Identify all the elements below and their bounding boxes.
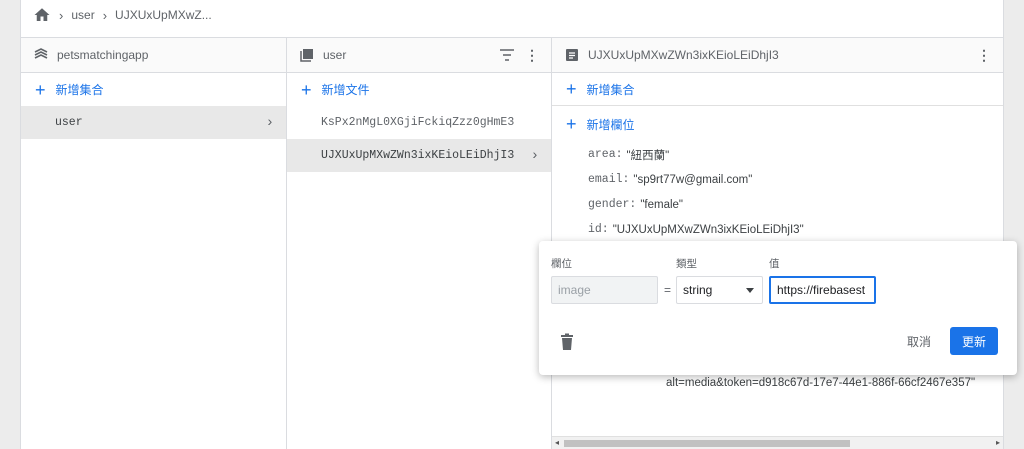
breadcrumb-user[interactable]: user <box>71 8 94 22</box>
add-collection-label: 新增集合 <box>55 83 104 97</box>
field-key: gender: <box>588 198 637 211</box>
type-select-value: string <box>683 283 713 297</box>
field-key: id: <box>588 223 609 236</box>
collection-panel-header: user ⋮ <box>287 38 551 73</box>
document-icon <box>566 49 578 61</box>
chevron-right-icon: › <box>102 7 108 23</box>
field-name-text: image <box>558 283 591 297</box>
field-value: "UJXUxUpMXwZWn3ixKEioLEiDhjI3" <box>612 223 804 236</box>
document-item-label: UJXUxUpMXwZWn3ixKEioLEiDhjI3 <box>321 149 515 162</box>
scroll-left-icon[interactable]: ◂ <box>555 438 559 447</box>
field-row[interactable]: email: "sp9rt77w@gmail.com" <box>552 167 1003 192</box>
collection-icon <box>300 49 313 62</box>
dropdown-arrow-icon <box>746 288 754 293</box>
type-label: 類型 <box>676 258 697 270</box>
horizontal-scrollbar[interactable]: ◂ ▸ <box>552 436 1003 449</box>
document-item-selected[interactable]: UJXUxUpMXwZWn3ixKEioLEiDhjI3 › <box>287 139 551 172</box>
value-input[interactable]: https://firebasest <box>769 276 876 304</box>
field-key: email: <box>588 173 630 186</box>
plus-icon: + <box>301 79 312 100</box>
field-value: "紐西蘭" <box>626 149 670 162</box>
value-label: 值 <box>769 258 780 270</box>
home-icon[interactable] <box>33 6 51 24</box>
breadcrumb: › user › UJXUxUpMXwZ... <box>33 6 212 24</box>
field-row[interactable]: gender: "female" <box>552 192 1003 217</box>
field-value: "female" <box>640 198 683 211</box>
document-item[interactable]: KsPx2nMgL0XGjiFckiqZzz0gHmE3 <box>287 106 551 139</box>
collection-item-user[interactable]: user › <box>21 106 286 139</box>
plus-icon: + <box>35 79 46 100</box>
root-panel-header: petsmatchingapp <box>21 38 286 73</box>
top-bar: › user › UJXUxUpMXwZ... <box>20 0 1004 37</box>
filter-icon[interactable] <box>499 48 515 62</box>
chevron-right-icon: › <box>530 147 539 164</box>
edit-field-dialog: 欄位 類型 值 image = string https://firebases… <box>539 241 1017 375</box>
collection-title: user <box>323 48 347 62</box>
field-value: "sp9rt77w@gmail.com" <box>633 173 753 186</box>
breadcrumb-document[interactable]: UJXUxUpMXwZ... <box>115 8 212 22</box>
project-icon <box>34 48 48 59</box>
field-row[interactable]: area: "紐西蘭" <box>552 142 1003 167</box>
add-field-label: 新增欄位 <box>586 117 635 132</box>
collection-panel: user ⋮ + 新增文件 KsPx2nMgL0XGjiFckiqZzz0gHm… <box>286 37 552 449</box>
cancel-button[interactable]: 取消 <box>893 327 945 355</box>
field-value-overflow: alt=media&token=d918c67d-17e7-44e1-886f-… <box>666 377 976 389</box>
field-name-label: 欄位 <box>551 258 572 270</box>
plus-icon: + <box>566 114 577 134</box>
add-collection-button[interactable]: + 新增集合 <box>21 73 286 106</box>
document-item-label: KsPx2nMgL0XGjiFckiqZzz0gHmE3 <box>321 116 515 129</box>
add-document-label: 新增文件 <box>321 83 370 97</box>
equals-sign: = <box>664 283 672 297</box>
root-panel: petsmatchingapp + 新增集合 user › <box>20 37 287 449</box>
add-subcollection-label: 新增集合 <box>586 82 635 97</box>
more-vert-icon[interactable]: ⋮ <box>525 47 539 64</box>
document-panel-header: UJXUxUpMXwZWn3ixKEioLEiDhjI3 ⋮ <box>552 38 1003 73</box>
more-vert-icon[interactable]: ⋮ <box>977 47 991 64</box>
chevron-right-icon: › <box>265 114 274 131</box>
field-name-input[interactable]: image <box>551 276 658 304</box>
type-select[interactable]: string <box>676 276 763 304</box>
add-subcollection-button[interactable]: + 新增集合 <box>552 73 1003 106</box>
field-row[interactable]: id: "UJXUxUpMXwZWn3ixKEioLEiDhjI3" <box>552 217 1003 242</box>
add-document-button[interactable]: + 新增文件 <box>287 73 551 106</box>
chevron-right-icon: › <box>59 7 64 23</box>
scrollbar-thumb[interactable] <box>564 440 850 447</box>
update-button[interactable]: 更新 <box>950 327 998 355</box>
collection-item-label: user <box>55 116 83 129</box>
document-title: UJXUxUpMXwZWn3ixKEioLEiDhjI3 <box>588 48 779 62</box>
plus-icon: + <box>566 79 577 99</box>
delete-icon[interactable] <box>559 333 575 351</box>
value-input-text: https://firebasest <box>777 283 866 297</box>
scroll-right-icon[interactable]: ▸ <box>996 438 1000 447</box>
field-key: area: <box>588 148 623 161</box>
project-title: petsmatchingapp <box>57 48 149 62</box>
add-field-button[interactable]: + 新增欄位 <box>552 106 1003 142</box>
